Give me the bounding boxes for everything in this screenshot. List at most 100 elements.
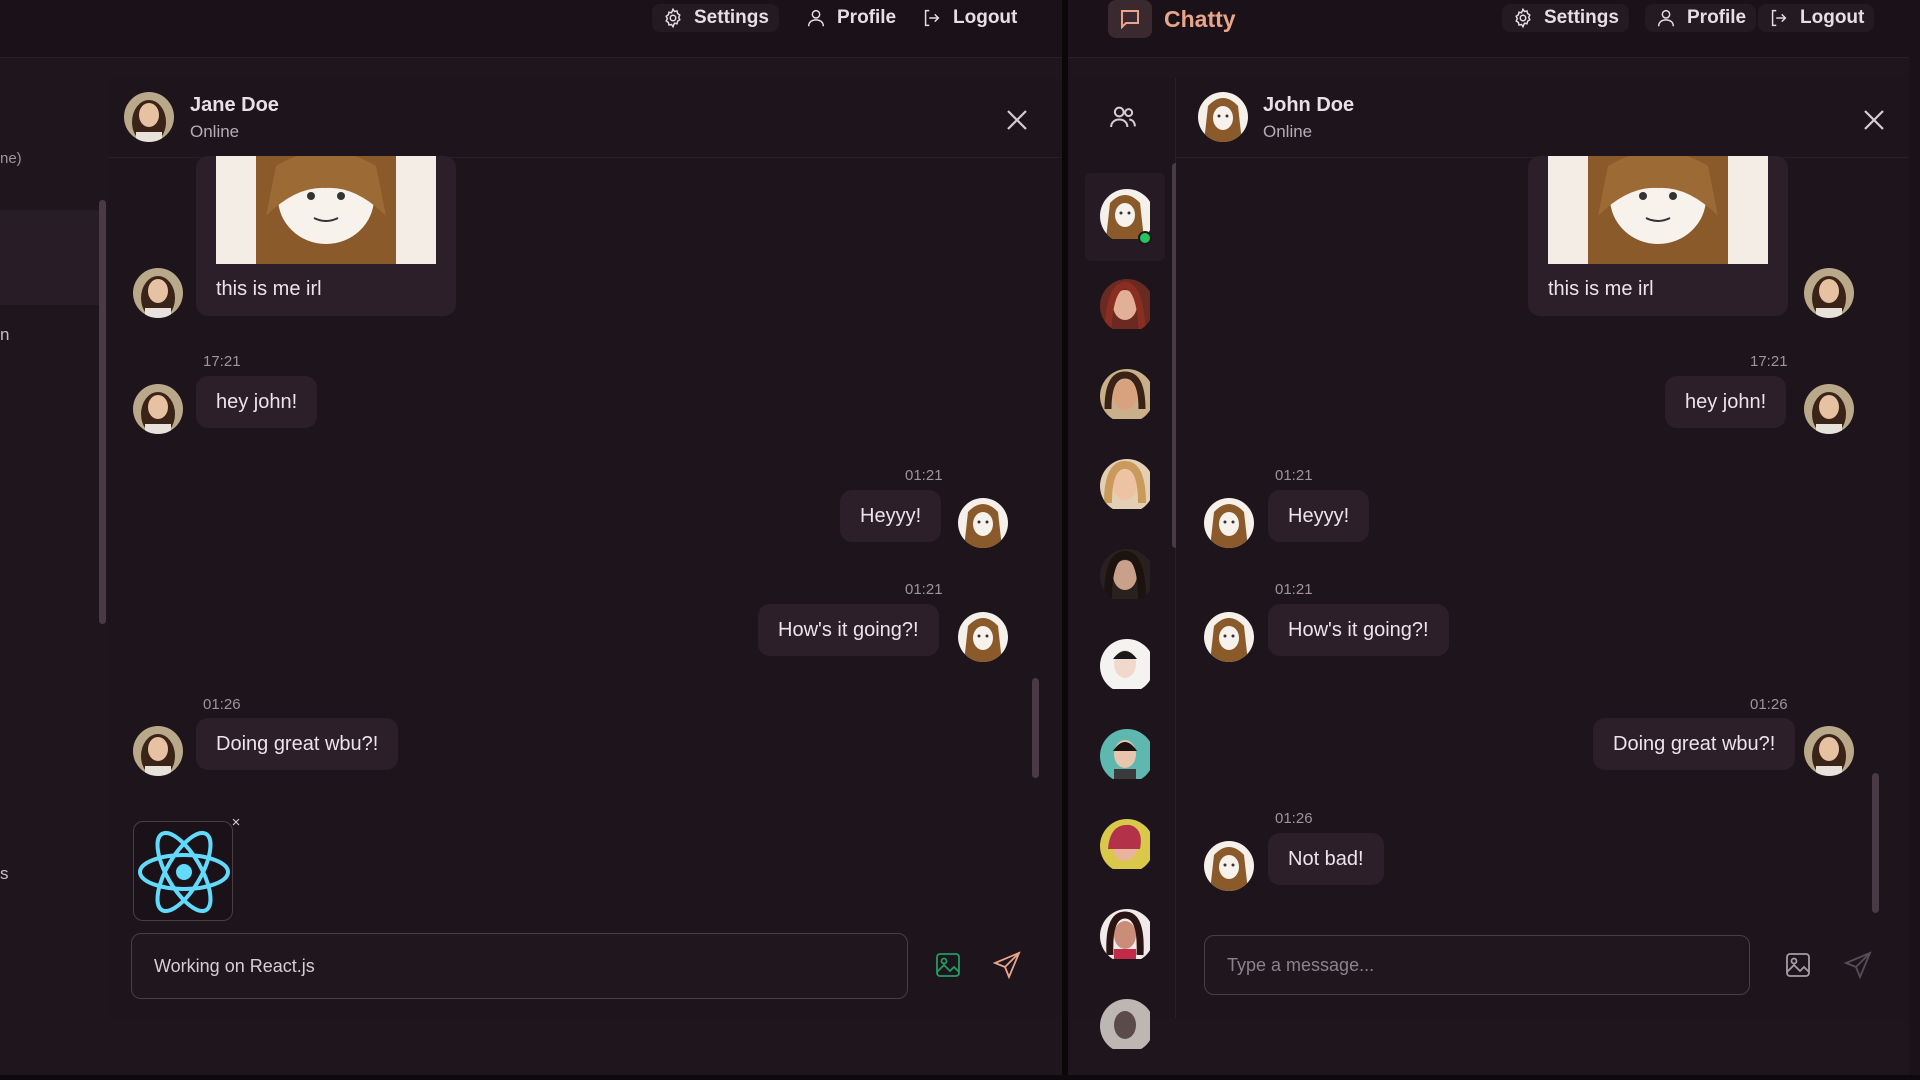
close-icon [1864,110,1884,130]
settings-button[interactable]: Settings [652,4,779,32]
logout-button[interactable]: Logout [1758,4,1875,32]
message-bubble: Doing great wbu?! [1593,718,1796,770]
chat-header: Jane Doe Online [108,78,1062,158]
avatar [1804,268,1854,318]
messages-scrollbar[interactable] [1032,678,1039,778]
send-button[interactable] [992,950,1022,980]
settings-label: Settings [694,7,769,28]
sidebar-partial-text: ne) [0,150,22,167]
image-icon [1786,953,1810,977]
message-input[interactable]: Working on React.js [131,933,908,999]
avatar [133,384,183,434]
profile-label: Profile [1687,7,1747,28]
avatar [958,612,1008,662]
react-logo-icon [138,830,230,914]
logout-label: Logout [953,7,1018,28]
close-chat-button[interactable] [1860,106,1888,134]
message-square-icon [1121,10,1139,30]
message-bubble: Heyyy! [840,490,942,542]
left-chat-window: Settings Profile Logout ne) n s Jane Doe… [0,0,1062,1075]
avatar [1204,612,1254,662]
sidebar-scrollbar[interactable] [99,200,106,624]
contacts-sidebar [1068,78,1179,1049]
contact-avatar[interactable] [1100,369,1154,423]
messages-scrollbar[interactable] [1872,773,1879,913]
message-bubble: Heyyy! [1268,490,1370,542]
send-icon [1843,951,1872,980]
message-bubble: How's it going?! [758,604,939,656]
remove-attachment-button[interactable]: × [226,813,246,833]
chat-partner-status: Online [190,122,240,141]
avatar [124,92,174,142]
gear-icon [1515,7,1531,29]
sidebar-partial-text: n [0,325,10,344]
send-icon [992,951,1021,980]
chat-panel: Jane Doe Online this is me irl 17:21 hey… [108,78,1062,1018]
message-timestamp: 01:26 [1275,810,1313,827]
user-icon [807,9,825,27]
message-timestamp: 01:21 [1275,581,1313,598]
chat-partner-name: John Doe [1263,94,1355,116]
image-caption: this is me irl [1548,278,1654,300]
avatar [1198,92,1248,142]
attach-image-button[interactable] [1783,950,1813,980]
message-timestamp: 17:21 [1750,353,1788,370]
right-navbar: Chatty Settings Profile Logout [1068,0,1909,58]
message-input[interactable]: Type a message... [1204,935,1750,995]
sidebar-selected-row[interactable] [0,210,100,305]
contact-avatar[interactable] [1100,909,1154,963]
avatar [958,498,1008,548]
logout-button[interactable]: Logout [911,4,1027,32]
message-timestamp: 01:21 [905,467,943,484]
profile-label: Profile [837,7,897,28]
message-bubble: this is me irl [196,156,456,316]
contact-avatar[interactable] [1100,549,1154,603]
send-button[interactable] [1843,950,1873,980]
image-icon [936,953,960,977]
message-image[interactable] [1548,156,1768,264]
sidebar-partial-text: s [0,864,9,883]
message-timestamp: 01:26 [203,696,241,713]
close-icon [1007,110,1027,130]
settings-button[interactable]: Settings [1502,4,1629,32]
brand-name: Chatty [1164,5,1236,32]
logout-icon [1771,9,1787,27]
chat-header: John Doe Online [1176,78,1909,158]
contact-avatar[interactable] [1100,729,1154,783]
attach-image-button[interactable] [933,950,963,980]
message-bubble: Not bad! [1268,833,1384,885]
chat-partner-name: Jane Doe [190,94,279,116]
close-chat-button[interactable] [1003,106,1031,134]
chat-panel: John Doe Online this is me irl 17:21 hey… [1176,78,1909,1018]
brand[interactable]: Chatty [1108,0,1236,38]
chat-logo [1108,0,1152,38]
message-timestamp: 17:21 [203,353,241,370]
message-bubble: this is me irl [1528,156,1788,316]
image-preview [133,821,233,921]
avatar [133,268,183,318]
message-timestamp: 01:21 [1275,467,1313,484]
online-indicator [1138,231,1152,245]
left-navbar: Settings Profile Logout [0,0,1062,58]
message-bubble: How's it going?! [1268,604,1449,656]
avatar [1204,498,1254,548]
avatar [1804,726,1854,776]
avatar [1204,841,1254,891]
gear-icon [665,7,681,29]
contact-avatar[interactable] [1100,279,1154,333]
chat-partner-status: Online [1263,122,1313,141]
message-bubble: hey john! [1665,376,1787,428]
message-image[interactable] [216,156,436,264]
avatar [133,726,183,776]
contact-avatar[interactable] [1100,639,1154,693]
contact-avatar[interactable] [1100,819,1154,873]
right-chat-window: Chatty Settings Profile Logout John Doe … [1068,0,1909,1075]
profile-button[interactable]: Profile [795,4,906,32]
bottom-edge [0,1075,1920,1080]
image-caption: this is me irl [216,278,322,300]
contact-avatar[interactable] [1100,999,1154,1053]
contact-avatar[interactable] [1100,459,1154,513]
users-icon[interactable] [1108,102,1138,132]
user-icon [1657,9,1675,27]
profile-button[interactable]: Profile [1645,4,1757,32]
